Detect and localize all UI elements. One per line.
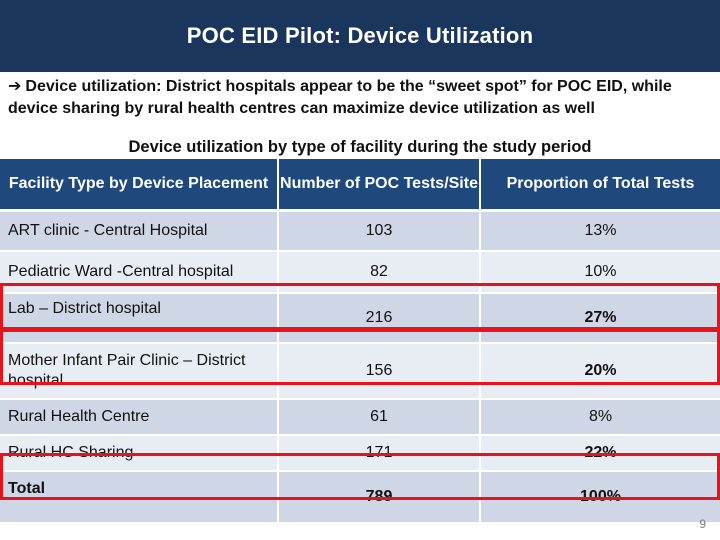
proportion-cell: 8% (480, 399, 720, 436)
proportion-cell: 10% (480, 251, 720, 294)
facility-cell: Mother Infant Pair Clinic – District hos… (0, 343, 279, 400)
total-label: Total (0, 471, 279, 524)
tests-cell: 171 (278, 435, 481, 472)
facility-cell: Rural HC Sharing (0, 435, 279, 472)
proportion-cell: 20% (480, 343, 720, 400)
table-row: Mother Infant Pair Clinic – District hos… (0, 343, 720, 400)
facility-cell: Pediatric Ward -Central hospital (0, 251, 279, 294)
facility-cell: ART clinic - Central Hospital (0, 210, 279, 252)
table-row: Pediatric Ward -Central hospital 82 10% (0, 251, 720, 294)
tests-cell: 216 (278, 293, 481, 344)
table-row: ART clinic - Central Hospital 103 13% (0, 210, 720, 252)
table-row: Rural Health Centre 61 8% (0, 399, 720, 436)
title-bar: POC EID Pilot: Device Utilization (0, 0, 720, 72)
utilization-table: Facility Type by Device Placement Number… (0, 159, 720, 524)
tests-cell: 82 (278, 251, 481, 294)
total-proportion: 100% (480, 471, 720, 524)
bullet-point: ➔ Device utilization: District hospitals … (8, 76, 716, 120)
header-number-of-tests: Number of POC Tests/Site (278, 159, 481, 212)
header-proportion: Proportion of Total Tests (480, 159, 720, 212)
tests-cell: 61 (278, 399, 481, 436)
tests-cell: 156 (278, 343, 481, 400)
table-caption: Device utilization by type of facility d… (128, 138, 592, 156)
table-row: Rural HC Sharing 171 22% (0, 435, 720, 472)
slide-title: POC EID Pilot: Device Utilization (186, 23, 534, 48)
total-tests: 789 (278, 471, 481, 524)
proportion-cell: 13% (480, 210, 720, 252)
table-header-row: Facility Type by Device Placement Number… (0, 159, 720, 212)
bullet-text: Device utilization: District hospitals a… (8, 78, 672, 117)
proportion-cell: 22% (480, 435, 720, 472)
facility-cell: Lab – District hospital (0, 293, 279, 344)
table-row: Lab – District hospital 216 27% (0, 293, 720, 344)
arrow-right-icon: ➔ (8, 78, 22, 95)
total-row: Total 789 100% (0, 471, 720, 524)
facility-cell: Rural Health Centre (0, 399, 279, 436)
tests-cell: 103 (278, 210, 481, 252)
header-facility-type: Facility Type by Device Placement (0, 159, 279, 212)
proportion-cell: 27% (480, 293, 720, 344)
page-number: 9 (699, 517, 706, 531)
